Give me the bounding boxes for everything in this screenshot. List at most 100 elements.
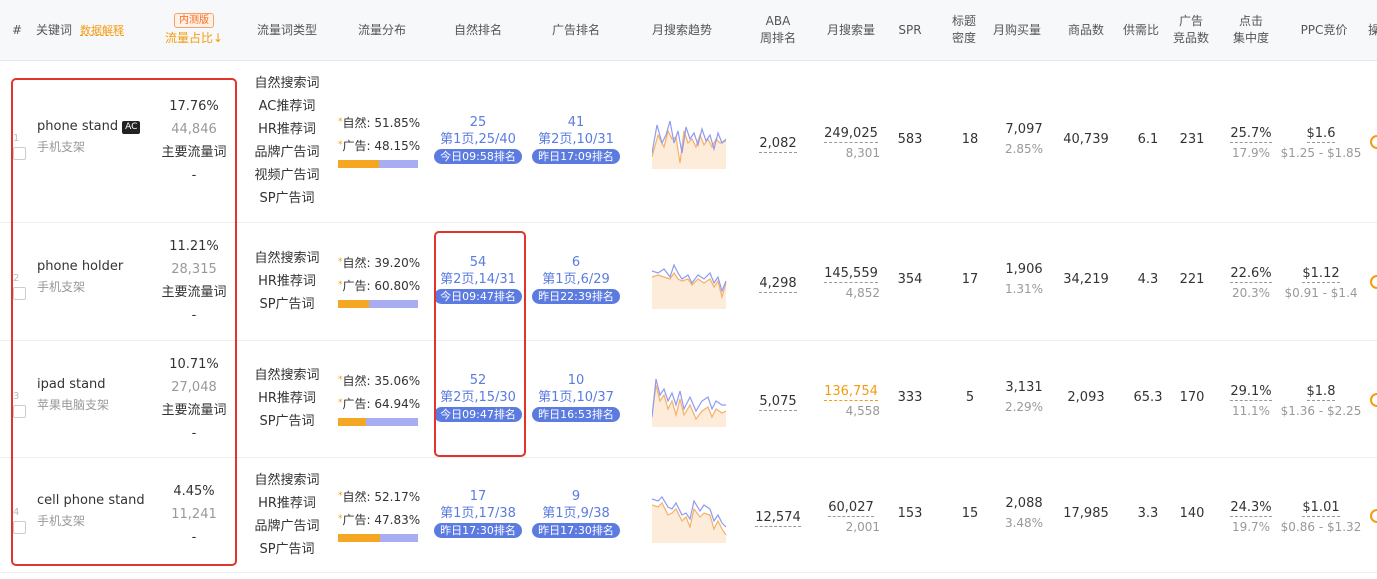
monthly-search-value[interactable]: 136,754 (824, 383, 878, 401)
click-conc-value[interactable]: 29.1% (1230, 383, 1272, 401)
header-supply-demand[interactable]: 供需比 (1118, 0, 1164, 60)
natural-rank-time-pill[interactable]: 今日09:58排名 (434, 149, 522, 164)
action-icon[interactable] (1370, 135, 1377, 149)
product-count-value: 2,093 (1067, 389, 1105, 405)
natural-rank-page[interactable]: 第1页,17/38 (428, 505, 528, 522)
aba-rank-value[interactable]: 12,574 (755, 509, 801, 527)
ad-rank-time-pill[interactable]: 昨日16:53排名 (532, 406, 620, 422)
header-traffic-share[interactable]: 内测版 流量占比↓ (152, 0, 236, 60)
keyword-text[interactable]: phone stand AC (37, 119, 141, 134)
traffic-share-pct: 11.21% (169, 239, 219, 254)
natural-rank-value[interactable]: 54 (428, 254, 528, 271)
action-icon[interactable] (1370, 508, 1377, 523)
action-icon[interactable] (1370, 392, 1377, 407)
row-checkbox[interactable] (13, 287, 26, 300)
keyword-label[interactable]: ipad stand (37, 377, 106, 392)
header-monthly-purchase[interactable]: 月购买量 (986, 0, 1048, 60)
natural-rank-page[interactable]: 第2页,14/31 (428, 271, 528, 288)
row-checkbox[interactable] (13, 147, 26, 160)
ad-rank-value[interactable]: 9 (526, 488, 626, 505)
row-checkbox[interactable] (13, 404, 26, 418)
header-ad-competitors[interactable]: 广告 竞品数 (1168, 0, 1214, 60)
monthly-search-value[interactable]: 249,025 (824, 126, 878, 143)
natural-rank-cell[interactable]: 17 第1页,17/38 昨日17:30排名 (428, 488, 528, 539)
traffic-share-value: 28,315 (171, 262, 217, 277)
natural-rank-page[interactable]: 第1页,25/40 (428, 131, 528, 148)
header-ppc[interactable]: PPC竞价 (1284, 0, 1364, 60)
header-monthly-search[interactable]: 月搜索量 (818, 0, 884, 60)
ad-rank-cell[interactable]: 10 第1页,10/37 昨日16:53排名 (526, 372, 626, 423)
row-checkbox[interactable] (13, 520, 26, 534)
ad-rank-time-pill[interactable]: 昨日17:30排名 (532, 522, 620, 538)
natural-rank-cell[interactable]: 52 第2页,15/30 今日09:47排名 (428, 372, 528, 423)
traffic-type-item: 自然搜索词 (254, 472, 320, 488)
header-click-conc[interactable]: 点击 集中度 (1226, 0, 1276, 60)
traffic-share-sort[interactable]: 流量占比↓ (165, 30, 223, 47)
search-trend-sparkline[interactable] (651, 371, 728, 431)
row-index: 4 (13, 506, 20, 518)
search-trend-sparkline[interactable] (651, 113, 728, 173)
data-explain-link[interactable]: 数据解释 (80, 22, 124, 39)
ad-rank-value[interactable]: 6 (526, 254, 626, 271)
ad-rank-cell[interactable]: 9 第1页,9/38 昨日17:30排名 (526, 488, 626, 539)
action-icon[interactable] (1370, 275, 1377, 289)
click-conc-value[interactable]: 22.6% (1230, 266, 1272, 283)
natural-rank-cell[interactable]: 25 第1页,25/40 今日09:58排名 (428, 114, 528, 165)
natural-rank-time-pill[interactable]: 昨日17:30排名 (434, 522, 522, 538)
trend-chart[interactable] (651, 253, 728, 309)
ppc-range: $0.91 - $1.4 (1284, 286, 1358, 300)
keyword-label[interactable]: phone holder (37, 259, 123, 274)
ad-rank-cell[interactable]: 6 第1页,6/29 昨日22:39排名 (526, 254, 626, 305)
aba-rank-value[interactable]: 4,298 (759, 276, 797, 293)
header-ad-rank[interactable]: 广告排名 (534, 0, 618, 60)
trend-chart[interactable] (651, 113, 728, 169)
keyword-text[interactable]: ipad stand (37, 377, 109, 392)
ad-rank-cell[interactable]: 41 第2页,10/31 昨日17:09排名 (526, 114, 626, 165)
natural-rank-cell[interactable]: 54 第2页,14/31 今日09:47排名 (428, 254, 528, 305)
header-product-count[interactable]: 商品数 (1058, 0, 1114, 60)
keyword-text[interactable]: cell phone stand (37, 493, 145, 508)
product-count-value: 40,739 (1063, 132, 1109, 147)
natural-rank-time-pill[interactable]: 今日09:47排名 (434, 406, 522, 422)
keyword-label[interactable]: phone stand (37, 119, 118, 134)
aba-rank-value[interactable]: 2,082 (759, 136, 797, 153)
ppc-value[interactable]: $1.6 (1306, 126, 1336, 143)
natural-rank-value[interactable]: 25 (428, 114, 528, 131)
traffic-type-list: 自然搜索词 AC推荐词 HR推荐词 品牌广告词 视频广告词 SP广告词 (245, 72, 329, 210)
search-trend-sparkline[interactable] (651, 253, 728, 313)
click-conc-value[interactable]: 25.7% (1230, 126, 1272, 143)
ppc-value[interactable]: $1.12 (1302, 266, 1340, 283)
trend-chart[interactable] (651, 371, 728, 427)
natural-rank-value[interactable]: 17 (428, 488, 528, 505)
ad-rank-value[interactable]: 10 (526, 372, 626, 389)
aba-rank-value[interactable]: 5,075 (759, 393, 797, 411)
ad-rank-page[interactable]: 第1页,6/29 (526, 271, 626, 288)
header-aba-rank[interactable]: ABA 周排名 (748, 0, 808, 60)
ad-rank-time-pill[interactable]: 昨日22:39排名 (532, 289, 620, 304)
trend-chart[interactable] (651, 487, 728, 543)
amazon-choice-badge: AC (122, 121, 141, 134)
monthly-search-value[interactable]: 145,559 (824, 266, 878, 283)
ppc-cell: $1.6 $1.25 - $1.85 (1276, 122, 1366, 160)
header-spr[interactable]: SPR (890, 0, 930, 60)
ppc-value[interactable]: $1.01 (1302, 499, 1340, 517)
ad-rank-time-pill[interactable]: 昨日17:09排名 (532, 149, 620, 164)
click-conc-value[interactable]: 24.3% (1230, 499, 1272, 517)
header-title-density[interactable]: 标题 密度 (946, 0, 982, 60)
ad-rank-page[interactable]: 第1页,10/37 (526, 389, 626, 406)
natural-bar-fill (338, 300, 369, 308)
natural-rank-value[interactable]: 52 (428, 372, 528, 389)
ad-rank-page[interactable]: 第2页,10/31 (526, 131, 626, 148)
monthly-search-value[interactable]: 60,027 (828, 499, 874, 517)
natural-rank-page[interactable]: 第2页,15/30 (428, 389, 528, 406)
header-natural-rank[interactable]: 自然排名 (436, 0, 520, 60)
ppc-value[interactable]: $1.8 (1306, 383, 1336, 401)
search-trend-sparkline[interactable] (651, 487, 728, 547)
keyword-text[interactable]: phone holder (37, 259, 123, 274)
natural-rank-time-pill[interactable]: 今日09:47排名 (434, 289, 522, 304)
ad-rank-page[interactable]: 第1页,9/38 (526, 505, 626, 522)
keyword-label[interactable]: cell phone stand (37, 493, 145, 508)
ad-rank-value[interactable]: 41 (526, 114, 626, 131)
monthly-purchase-value: 3,131 (1005, 379, 1043, 395)
ppc-cell: $1.8 $1.36 - $2.25 (1276, 380, 1366, 418)
